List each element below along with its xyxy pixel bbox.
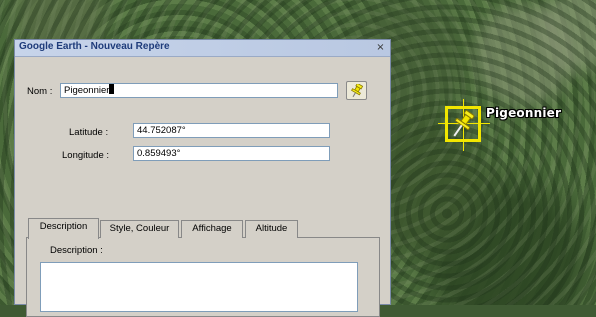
longitude-label: Longitude : bbox=[62, 150, 110, 161]
tab-style-couleur[interactable]: Style, Couleur bbox=[100, 220, 179, 238]
name-value: Pigeonnier bbox=[64, 85, 110, 96]
tab-description[interactable]: Description bbox=[28, 218, 99, 239]
tab-affichage[interactable]: Affichage bbox=[181, 220, 243, 238]
name-field[interactable]: Pigeonnier bbox=[60, 83, 338, 98]
pushpin-icon[interactable] bbox=[450, 108, 478, 142]
latitude-label: Latitude : bbox=[69, 127, 109, 138]
close-icon[interactable]: × bbox=[375, 42, 386, 53]
text-cursor bbox=[109, 84, 115, 94]
name-label: Nom : bbox=[27, 86, 53, 97]
dialog-title: Google Earth - Nouveau Repère bbox=[19, 41, 170, 52]
placemark-icon-button[interactable] bbox=[346, 81, 367, 100]
pushpin-icon bbox=[351, 84, 364, 98]
tab-altitude[interactable]: Altitude bbox=[245, 220, 298, 238]
placemark-label[interactable]: Pigeonnier bbox=[486, 106, 561, 120]
longitude-field[interactable]: 0.859493° bbox=[133, 146, 330, 161]
new-placemark-dialog: Google Earth - Nouveau Repère × Nom : Pi… bbox=[14, 39, 391, 317]
dialog-titlebar[interactable]: Google Earth - Nouveau Repère × bbox=[15, 40, 390, 57]
description-label: Description : bbox=[50, 245, 103, 256]
latitude-field[interactable]: 44.752087° bbox=[133, 123, 330, 138]
